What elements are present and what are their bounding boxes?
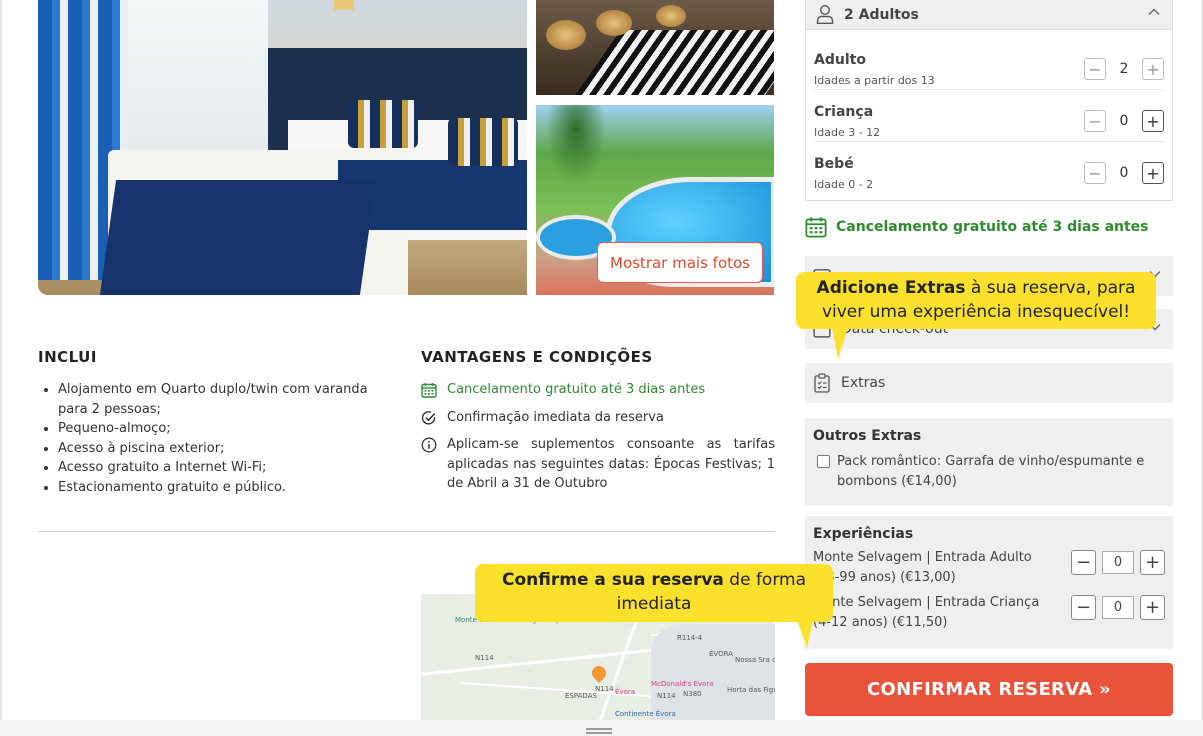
experience-label: Monte Selvagem | Entrada Adulto (13-99 a…: [813, 550, 1032, 585]
decrement-button[interactable]: −: [1071, 595, 1096, 620]
location-pin-icon[interactable]: [589, 663, 609, 683]
map-label: Horta das Figueiras: [727, 686, 775, 694]
decrement-button[interactable]: −: [1084, 162, 1106, 184]
child-count: 0: [1119, 113, 1129, 129]
map-label: ÉVORA: [709, 650, 733, 658]
list-item: Pequeno-almoço;: [58, 419, 398, 439]
conditions-section: VANTAGENS E CONDIÇÕES Cancelamento gratu…: [421, 348, 775, 494]
confirm-tooltip: Confirme a sua reserva de forma imediata: [475, 564, 833, 648]
experience-label: Monte Selvagem | Entrada Criança (4-12 a…: [813, 595, 1040, 630]
increment-button[interactable]: +: [1140, 595, 1165, 620]
condition-text: Cancelamento gratuito até 3 dias antes: [447, 382, 706, 397]
increment-button[interactable]: +: [1142, 162, 1164, 184]
experience-stepper: − 0 +: [1071, 550, 1165, 575]
map-label: Continente Évora: [615, 710, 676, 718]
guest-label: Bebé: [814, 156, 854, 172]
increment-button[interactable]: +: [1142, 58, 1164, 80]
extras-field[interactable]: Extras: [805, 363, 1173, 403]
map-label: Nossa Sra da Saúde: [735, 656, 775, 664]
other-extras-box: Outros Extras Pack romântico: Garrafa de…: [805, 418, 1173, 506]
adult-stepper: − 2 +: [1084, 58, 1164, 80]
romantic-pack-checkbox[interactable]: [817, 455, 830, 468]
adult-count: 2: [1119, 61, 1129, 77]
free-cancellation-note: Cancelamento gratuito até 3 dias antes: [805, 216, 1149, 238]
experiences-title: Experiências: [813, 526, 914, 542]
tooltip-bold-text: Confirme a sua reserva: [501, 570, 724, 590]
chevron-up-icon: [1148, 6, 1160, 22]
user-icon: [816, 4, 834, 24]
includes-section: INCLUI Alojamento em Quarto duplo/twin c…: [38, 348, 398, 497]
includes-title: INCLUI: [38, 348, 97, 366]
experience-quantity-input[interactable]: 0: [1102, 596, 1134, 619]
baby-stepper: − 0 +: [1084, 162, 1164, 184]
map-label: McDonald's Évora: [651, 680, 714, 688]
experience-row: Monte Selvagem | Entrada Adulto (13-99 a…: [813, 548, 1165, 593]
list-item: Acesso gratuito a Internet Wi-Fi;: [58, 458, 398, 478]
guest-row-baby: Bebé Idade 0 - 2 − 0 +: [814, 142, 1164, 194]
extras-label: Extras: [841, 375, 886, 391]
guest-age: Idades a partir dos 13: [814, 74, 935, 87]
free-cancellation-text: Cancelamento gratuito até 3 dias antes: [836, 219, 1149, 235]
list-item: Estacionamento gratuito e público.: [58, 478, 398, 498]
experiences-box: Experiências Monte Selvagem | Entrada Ad…: [805, 516, 1173, 649]
info-icon: [421, 435, 447, 494]
romantic-pack-label: Pack romântico: Garrafa de vinho/espuman…: [837, 454, 1145, 489]
guest-label: Criança: [814, 104, 874, 120]
condition-row: Cancelamento gratuito até 3 dias antes: [421, 380, 775, 400]
extras-tooltip: Adicione Extras à sua reserva, para vive…: [796, 272, 1156, 359]
map-label: R114-4: [677, 634, 703, 642]
baby-count: 0: [1119, 165, 1129, 181]
clipboard-list-icon: [813, 373, 831, 393]
resize-handle[interactable]: [586, 728, 612, 734]
buffet-photo[interactable]: [536, 0, 774, 95]
room-photo[interactable]: [38, 0, 527, 295]
guests-dropdown[interactable]: 2 Adultos: [805, 0, 1173, 30]
map-label: Évora: [615, 688, 636, 696]
guest-age: Idade 3 - 12: [814, 126, 881, 139]
condition-row: Confirmação imediata da reserva: [421, 408, 775, 428]
condition-row: Aplicam-se suplementos consoante as tari…: [421, 435, 775, 494]
other-extras-title: Outros Extras: [813, 428, 922, 444]
tooltip-bold-text: Adicione Extras: [816, 278, 966, 298]
guest-row-adult: Adulto Idades a partir dos 13 − 2 +: [814, 38, 1164, 90]
guests-summary: 2 Adultos: [844, 6, 919, 23]
list-item: Alojamento em Quarto duplo/twin com vara…: [58, 380, 398, 419]
check-circle-icon: [421, 408, 447, 428]
includes-list: Alojamento em Quarto duplo/twin com vara…: [38, 380, 398, 497]
map-label: N114: [657, 692, 676, 700]
guests-panel: Adulto Idades a partir dos 13 − 2 + Cria…: [805, 30, 1173, 201]
increment-button[interactable]: +: [1142, 110, 1164, 132]
show-more-photos-button[interactable]: Mostrar mais fotos: [597, 242, 763, 283]
map-label: N114: [595, 685, 614, 693]
guest-age: Idade 0 - 2: [814, 178, 874, 191]
experience-row: Monte Selvagem | Entrada Criança (4-12 a…: [813, 593, 1165, 638]
experience-quantity-input[interactable]: 0: [1102, 551, 1134, 574]
decrement-button[interactable]: −: [1071, 550, 1096, 575]
condition-text: Confirmação imediata da reserva: [447, 409, 664, 425]
decrement-button[interactable]: −: [1084, 110, 1106, 132]
calendar-icon: [805, 216, 836, 238]
condition-text: Aplicam-se suplementos consoante as tari…: [447, 437, 775, 491]
guest-label: Adulto: [814, 52, 866, 68]
map-label: ESPADAS: [565, 692, 597, 700]
map-label: N380: [683, 690, 702, 698]
map-label: N114: [475, 654, 494, 662]
experience-stepper: − 0 +: [1071, 595, 1165, 620]
child-stepper: − 0 +: [1084, 110, 1164, 132]
calendar-icon: [421, 380, 447, 400]
confirm-booking-button[interactable]: CONFIRMAR RESERVA »: [805, 663, 1173, 716]
conditions-title: VANTAGENS E CONDIÇÕES: [421, 348, 653, 366]
list-item: Acesso à piscina exterior;: [58, 439, 398, 459]
decrement-button[interactable]: −: [1084, 58, 1106, 80]
guest-row-child: Criança Idade 3 - 12 − 0 +: [814, 90, 1164, 142]
romantic-pack-option[interactable]: Pack romântico: Garrafa de vinho/espuman…: [813, 452, 1165, 491]
divider: [38, 531, 775, 532]
increment-button[interactable]: +: [1140, 550, 1165, 575]
